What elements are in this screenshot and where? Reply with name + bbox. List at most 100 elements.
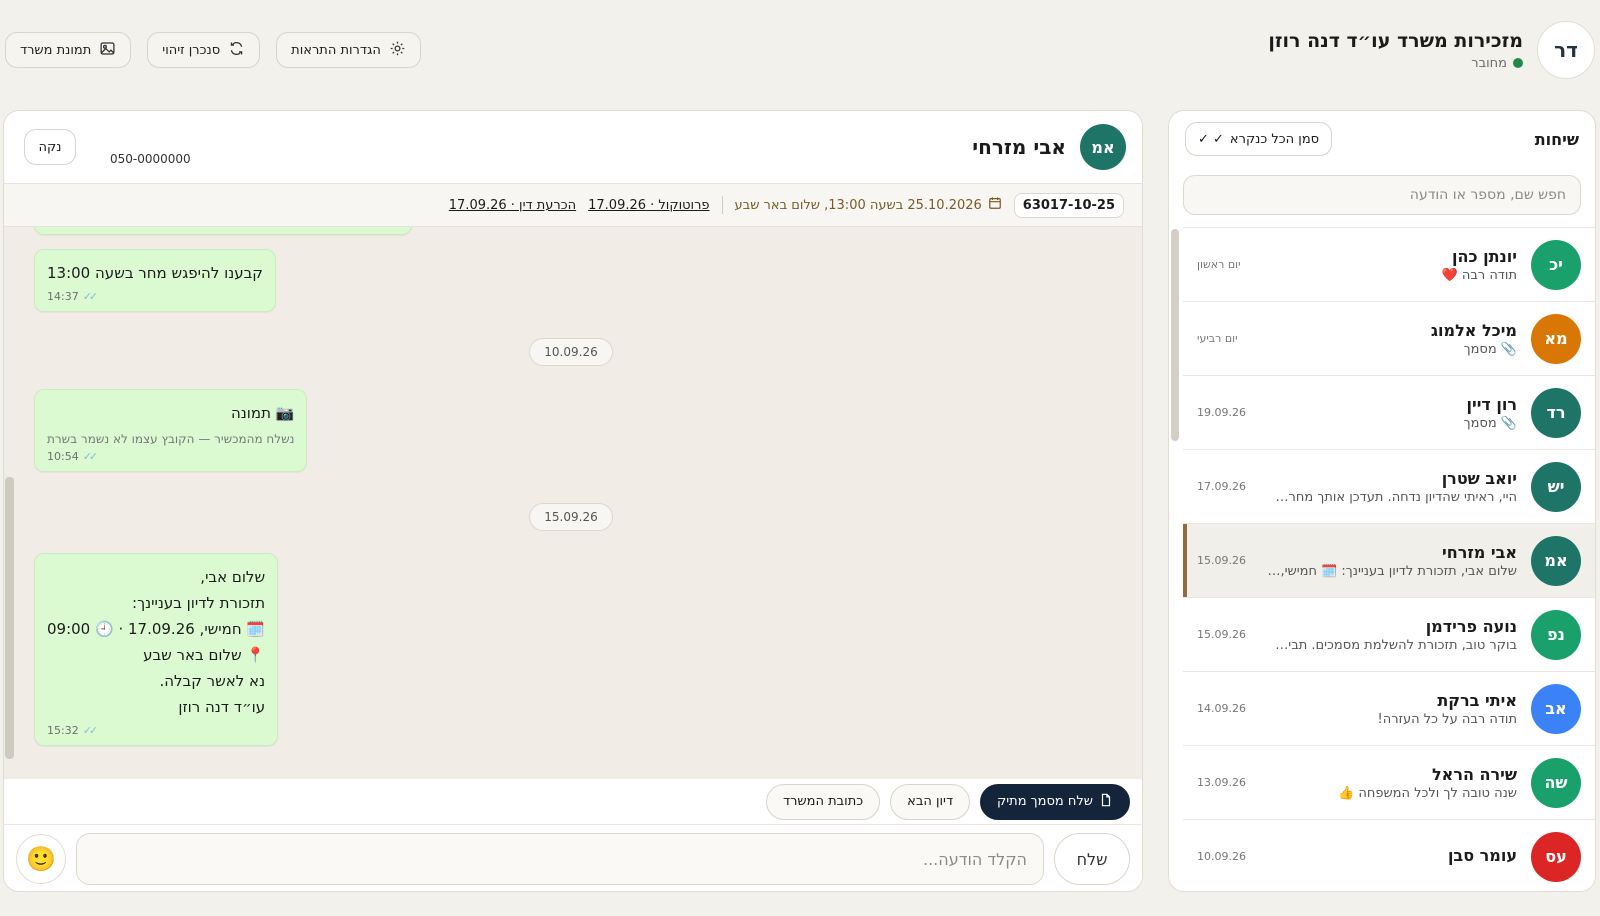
message-text: שלום אבי, תזכורת לדיון בעניינך: 🗓️ חמישי… <box>47 568 266 716</box>
date-separator: 15.09.26 <box>529 503 613 531</box>
last-message-time: יום ראשון <box>1197 258 1241 271</box>
last-message-time: 17.09.26 <box>1197 480 1246 493</box>
notification-settings-label: הגדרות התראות <box>291 42 381 58</box>
conversation-list-scrollbar[interactable] <box>1171 229 1179 441</box>
message-text: קבענו להיפגש מחר בשעה 13:00 <box>47 264 263 282</box>
office-image-label: תמונת משרד <box>20 42 92 58</box>
office-avatar: דר <box>1537 21 1595 79</box>
last-message-time: 15.09.26 <box>1197 628 1246 641</box>
office-image-button[interactable]: תמונת משרד <box>5 32 132 68</box>
app-title: מזכירות משרד עו״ד דנה רוזן <box>1268 29 1523 52</box>
status-dot-icon <box>1513 58 1523 68</box>
image-icon <box>99 40 116 61</box>
refresh-icon <box>228 40 245 61</box>
message-bubble: 📷 תמונה נשלח מהמכשיר — הקובץ עצמו לא נשמ… <box>34 389 308 472</box>
conversation-item[interactable]: נפ נועה פרידמן בוקר טוב, תזכורת להשלמת מ… <box>1183 597 1595 671</box>
chat-contact-name: אבי מזרחי <box>972 135 1066 159</box>
next-hearing-text: 25.10.2026 בשעה 13:00, שלום באר שבע <box>734 197 982 213</box>
sync-identity-label: סנכרן זיהוי <box>162 42 221 58</box>
contact-avatar: נפ <box>1531 609 1581 660</box>
send-case-document-button[interactable]: שלח מסמך מתיק <box>980 783 1130 820</box>
contact-avatar: רד <box>1531 387 1581 438</box>
last-message-time: 14.09.26 <box>1197 702 1246 715</box>
top-bar: דר מזכירות משרד עו״ד דנה רוזן מחובר תמונ… <box>0 0 1600 100</box>
conversation-item[interactable]: עס עומר סבן 10.09.26 <box>1183 819 1595 891</box>
chat-contact-avatar: אמ <box>1080 124 1126 170</box>
connection-status: מחובר <box>1268 56 1523 71</box>
message-time: 15:32 <box>47 724 79 737</box>
contact-name: אבי מזרחי <box>1441 542 1517 562</box>
mark-all-read-button[interactable]: סמן הכל כנקרא ✓ ✓ <box>1185 122 1333 156</box>
message-input[interactable] <box>76 833 1044 885</box>
contact-avatar: יכ <box>1531 239 1581 290</box>
conversations-title: שיחות <box>1534 129 1579 149</box>
contact-avatar: אמ <box>1531 535 1581 586</box>
conversation-item[interactable]: יש יואב שטרן היי, ראיתי שהדיון נדחה. תעד… <box>1183 449 1595 523</box>
office-address-button[interactable]: כתובת המשרד <box>766 783 881 820</box>
brand: דר מזכירות משרד עו״ד דנה רוזן מחובר <box>1268 21 1595 79</box>
last-message-time: יום רביעי <box>1197 332 1238 345</box>
message-bubble: שלום אבי, תזכורת לדיון בעניינך: 🗓️ חמישי… <box>34 553 279 746</box>
message-meta: 15:32 ✓✓ <box>47 724 265 737</box>
conversation-item[interactable]: רד רון דיין 📎 מסמך 19.09.26 <box>1183 375 1595 449</box>
last-message-time: 19.09.26 <box>1197 406 1246 419</box>
contact-name: עומר סבן <box>1447 846 1517 865</box>
last-message-snippet: תודה רבה על כל העזרה! <box>1377 711 1517 727</box>
conversation-item[interactable]: יכ יונתן כהן תודה רבה ❤️ יום ראשון <box>1183 227 1595 301</box>
case-number-badge[interactable]: 63017-10-25 <box>1013 192 1124 218</box>
message-text: 📷 תמונה <box>230 404 295 422</box>
read-receipt-icon: ✓✓ <box>82 290 99 303</box>
clear-chat-button[interactable]: נקה <box>24 129 76 165</box>
conversation-item[interactable]: שה שירה הראל שנה טובה לך ולכל המשפחה 👍 1… <box>1183 745 1595 819</box>
calendar-icon <box>988 196 1002 214</box>
send-case-document-label: שלח מסמך מתיק <box>997 794 1093 809</box>
last-message-snippet: 📎 מסמך <box>1463 415 1517 431</box>
message-meta: 14:37 ✓✓ <box>47 290 263 303</box>
message-meta: 10:54 ✓✓ <box>47 450 294 463</box>
conversation-item[interactable]: מא מיכל אלמוג 📎 מסמך יום רביעי <box>1183 301 1595 375</box>
conversation-search-input[interactable] <box>1183 175 1581 215</box>
contact-name: מיכל אלמוג <box>1430 320 1517 340</box>
contact-name: יואב שטרן <box>1441 468 1517 488</box>
message-bubble: קבענו להיפגש מחר בשעה 13:00 14:37 ✓✓ <box>34 249 276 312</box>
contact-name: איתי ברקת <box>1437 690 1517 710</box>
contact-avatar: יש <box>1531 461 1581 512</box>
conversation-item[interactable]: אב איתי ברקת תודה רבה על כל העזרה! 14.09… <box>1183 671 1595 745</box>
last-message-snippet: בוקר טוב, תזכורת להשלמת מסמכים. תביא כל … <box>1267 637 1517 653</box>
divider <box>721 196 723 214</box>
message-composer: שלח 🙂 <box>4 825 1142 891</box>
last-message-snippet: תודה רבה ❤️ <box>1441 267 1517 283</box>
message-time: 14:37 <box>47 290 79 303</box>
notification-settings-button[interactable]: הגדרות התראות <box>276 32 421 68</box>
date-separator: 10.09.26 <box>529 338 613 366</box>
message-area-scrollbar[interactable] <box>5 477 14 759</box>
emoji-icon[interactable]: 🙂 <box>16 834 66 884</box>
conversations-panel: שיחות סמן הכל כנקרא ✓ ✓ יכ יונתן כהן תוד… <box>1168 110 1596 892</box>
last-message-time: 13.09.26 <box>1197 776 1246 789</box>
decision-link[interactable]: הכרעת דין · 17.09.26 <box>449 198 576 213</box>
contact-avatar: עס <box>1531 831 1581 882</box>
contact-name: רון דיין <box>1466 394 1517 414</box>
protocol-link[interactable]: פרוטוקול · 17.09.26 <box>588 198 709 213</box>
contact-name: שירה הראל <box>1432 764 1517 784</box>
contact-name: נועה פרידמן <box>1425 616 1517 636</box>
gear-icon <box>389 40 406 61</box>
message-bubble-partial <box>34 227 412 235</box>
double-check-icon: ✓ ✓ <box>1198 131 1224 147</box>
chat-contact-phone: 050-0000000 <box>110 152 191 166</box>
case-info-bar: 63017-10-25 25.10.2026 בשעה 13:00, שלום … <box>4 183 1142 227</box>
document-icon <box>1099 793 1113 811</box>
send-button[interactable]: שלח <box>1054 833 1130 885</box>
mark-all-read-label: סמן הכל כנקרא <box>1229 131 1320 147</box>
contact-avatar: אב <box>1531 683 1581 734</box>
read-receipt-icon: ✓✓ <box>82 450 99 463</box>
last-message-snippet: שנה טובה לך ולכל המשפחה 👍 <box>1338 785 1517 801</box>
next-hearing-info: 25.10.2026 בשעה 13:00, שלום באר שבע <box>735 196 1002 214</box>
status-label: מחובר <box>1471 55 1507 71</box>
last-message-snippet: 📎 מסמך <box>1463 341 1517 357</box>
conversation-item-active[interactable]: אמ אבי מזרחי שלום אבי, תזכורת לדיון בעני… <box>1183 523 1595 597</box>
last-message-time: 10.09.26 <box>1197 850 1246 863</box>
sync-identity-button[interactable]: סנכרן זיהוי <box>147 32 261 68</box>
next-hearing-button[interactable]: דיון הבא <box>890 783 971 820</box>
message-area: קבענו להיפגש מחר בשעה 13:00 14:37 ✓✓ 10.0… <box>4 227 1142 779</box>
